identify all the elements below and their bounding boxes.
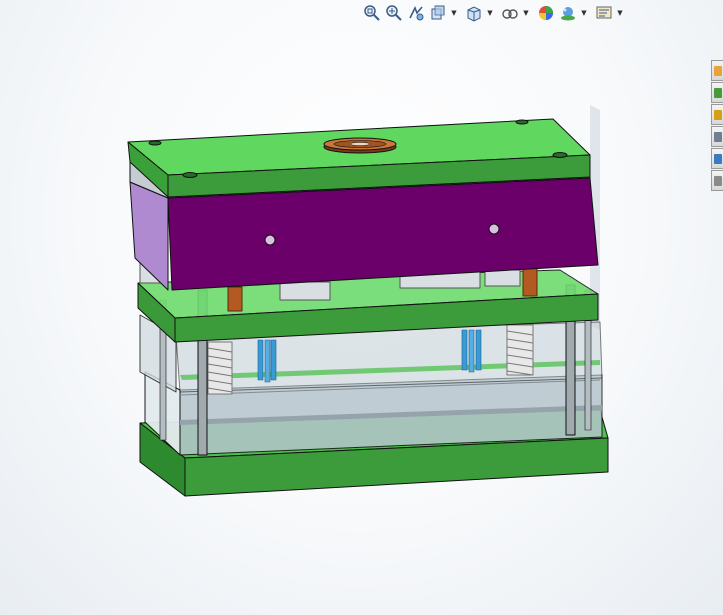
locating-ring[interactable]: [323, 137, 397, 154]
mold-assembly-model[interactable]: [127, 105, 609, 497]
graphics-area[interactable]: [0, 0, 723, 615]
